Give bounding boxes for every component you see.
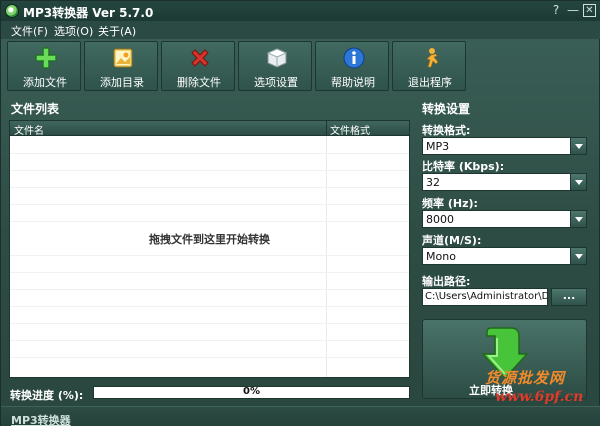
toolbar: 添加文件 添加目录 删除文件 选项设置 帮助说明 退出程序 [7, 41, 467, 91]
row-line [10, 306, 409, 307]
delete-file-button[interactable]: 删除文件 [161, 41, 235, 91]
column-filename[interactable]: 文件名 [14, 122, 44, 137]
row-line [10, 221, 409, 222]
plus-icon [35, 47, 57, 69]
channel-label: 声道(M/S): [422, 234, 482, 247]
row-line [10, 204, 409, 205]
menu-options[interactable]: 选项(O) [54, 23, 93, 39]
browse-button[interactable]: ... [551, 288, 587, 306]
options-settings-button[interactable]: 选项设置 [238, 41, 312, 91]
progress-text: 0% [243, 386, 260, 397]
file-list-title: 文件列表 [11, 102, 60, 116]
bitrate-label: 比特率 (Kbps): [422, 160, 505, 173]
add-folder-button[interactable]: 添加目录 [84, 41, 158, 91]
window-title: MP3转换器 Ver 5.7.0 [23, 6, 154, 20]
close-button[interactable]: ✕ [583, 4, 596, 17]
row-line [10, 153, 409, 154]
help-guide-button[interactable]: 帮助说明 [315, 41, 389, 91]
output-path-label: 输出路径: [422, 275, 471, 288]
row-line [10, 187, 409, 188]
title-bar: MP3转换器 Ver 5.7.0 ? — ✕ [1, 1, 600, 21]
column-separator [326, 121, 327, 136]
watermark: 货源批发网 www.6pf.cn [485, 367, 597, 413]
settings-title: 转换设置 [422, 102, 471, 116]
app-home-link[interactable]: MP3转换器 [11, 412, 71, 426]
folder-icon [113, 48, 133, 68]
chevron-down-icon[interactable] [570, 248, 586, 264]
minimize-button[interactable]: — [566, 3, 580, 17]
row-line [10, 255, 409, 256]
delete-x-icon [191, 49, 209, 67]
chevron-down-icon[interactable] [570, 138, 586, 154]
progress-bar: 0% [93, 386, 410, 399]
progress-label: 转换进度 (%): [10, 389, 84, 402]
frequency-select[interactable]: 8000 [422, 210, 587, 228]
exit-program-label: 退出程序 [408, 76, 452, 89]
format-select[interactable]: MP3 [422, 137, 587, 155]
row-line [10, 357, 409, 358]
drop-hint: 拖拽文件到这里开始转换 [149, 233, 270, 246]
exit-program-button[interactable]: 退出程序 [392, 41, 466, 91]
menu-file[interactable]: 文件(F) [11, 23, 48, 39]
format-value: MP3 [426, 140, 450, 153]
row-line [10, 323, 409, 324]
file-list-header: 文件名 文件格式 [10, 121, 409, 137]
add-folder-label: 添加目录 [100, 76, 144, 89]
frequency-value: 8000 [426, 213, 454, 226]
watermark-line-2: www.6pf.cn [495, 389, 584, 405]
add-file-label: 添加文件 [23, 76, 67, 89]
column-format[interactable]: 文件格式 [330, 122, 370, 137]
chevron-down-icon[interactable] [570, 174, 586, 190]
delete-file-label: 删除文件 [177, 76, 221, 89]
bitrate-select[interactable]: 32 [422, 173, 587, 191]
settings-cube-icon [266, 48, 288, 68]
row-line [10, 340, 409, 341]
watermark-line-1: 货源批发网 [485, 369, 566, 387]
app-logo-icon [5, 4, 19, 18]
bitrate-value: 32 [426, 176, 440, 189]
help-guide-label: 帮助说明 [331, 76, 375, 89]
file-list[interactable]: 文件名 文件格式 拖拽文件到这里开始转换 [9, 120, 410, 378]
info-icon [343, 47, 365, 69]
frequency-label: 频率 (Hz): [422, 197, 478, 210]
row-line [10, 170, 409, 171]
format-label: 转换格式: [422, 124, 471, 137]
menu-about[interactable]: 关于(A) [98, 23, 136, 39]
options-settings-label: 选项设置 [254, 76, 298, 89]
row-line [10, 272, 409, 273]
channel-select[interactable]: Mono [422, 247, 587, 265]
help-button[interactable]: ? [549, 3, 563, 17]
add-file-button[interactable]: 添加文件 [7, 41, 81, 91]
output-path-value: C:\Users\Administrator\D [425, 291, 548, 302]
output-path-input[interactable]: C:\Users\Administrator\D [422, 288, 548, 306]
app-window: MP3转换器 Ver 5.7.0 ? — ✕ 文件(F) 选项(O) 关于(A)… [0, 0, 600, 426]
channel-value: Mono [426, 250, 456, 263]
chevron-down-icon[interactable] [570, 211, 586, 227]
exit-runner-icon [426, 48, 439, 68]
row-line [10, 289, 409, 290]
menu-bar: 文件(F) 选项(O) 关于(A) [1, 21, 600, 39]
